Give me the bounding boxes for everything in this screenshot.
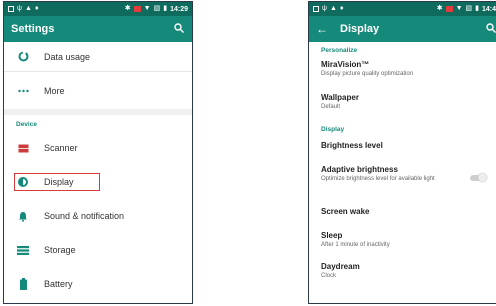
settings-item-data-usage[interactable]: Data usage [4, 42, 192, 72]
wifi-icon: ▼ [143, 5, 151, 12]
setting-daydream[interactable]: Daydream Clock [309, 258, 496, 288]
notification-icon [313, 6, 319, 12]
signal-blocked-icon [133, 6, 141, 12]
setting-title: Screen wake [321, 207, 370, 216]
setting-wallpaper[interactable]: Wallpaper Default [309, 88, 496, 118]
settings-item-storage[interactable]: Storage [4, 233, 192, 267]
settings-item-sound[interactable]: Sound & notification [4, 199, 192, 233]
usb-icon: ψ [17, 5, 22, 12]
setting-title: Wallpaper [321, 93, 359, 102]
bluetooth-icon: ✱ [436, 5, 443, 12]
setting-miravision[interactable]: MiraVision™ Display picture quality opti… [309, 56, 496, 88]
usb-icon: ψ [322, 5, 327, 12]
setting-subtitle: Display picture quality optimization [321, 71, 414, 77]
pin-icon: ♦ [339, 5, 344, 12]
battery-status-icon: ▮ [163, 5, 168, 12]
notification-icon [8, 6, 14, 12]
battery-icon [16, 277, 30, 291]
setting-title: MiraVision™ [321, 60, 370, 69]
sim-icon: ▧ [153, 5, 161, 12]
settings-item-scanner[interactable]: Scanner [4, 131, 192, 165]
settings-item-battery[interactable]: Battery [4, 267, 192, 301]
status-bar: ψ ▲ ♦ ✱ ▼ ▧ ▮ 14:29 [4, 2, 192, 16]
setting-subtitle: After 1 minute of inactivity [321, 242, 390, 248]
sim-icon: ▧ [465, 5, 473, 12]
bell-icon [16, 209, 30, 223]
page-title: Settings [11, 23, 55, 35]
back-arrow-icon[interactable]: ← [316, 23, 328, 35]
display-settings-screen: ψ ▲ ♦ ✱ ▼ ▧ ▮ 14:4 ← Display Personalize… [308, 1, 496, 304]
settings-item-label: Sound & notification [44, 211, 125, 221]
settings-screen: ψ ▲ ♦ ✱ ▼ ▧ ▮ 14:29 Settings Data usage … [3, 1, 193, 304]
settings-item-label: Data usage [44, 51, 91, 62]
section-header-device: Device [16, 121, 37, 128]
setting-subtitle: Optimize brightness level for available … [321, 176, 435, 182]
setting-title: Brightness level [321, 141, 383, 150]
setting-brightness-level[interactable]: Brightness level [309, 134, 496, 160]
storage-icon [16, 243, 30, 257]
pin-icon: ♦ [34, 5, 39, 12]
section-header-personalize: Personalize [321, 47, 358, 54]
settings-item-label: More [44, 85, 65, 96]
app-bar: Settings [4, 16, 192, 42]
status-time: 14:4 [481, 5, 496, 13]
setting-title: Sleep [321, 231, 343, 240]
lock-icon: ▲ [25, 5, 32, 12]
settings-item-display[interactable]: Display [4, 165, 192, 199]
toggle-knob [478, 173, 487, 182]
page-title: Display [340, 23, 380, 35]
setting-title: Daydream [321, 262, 360, 271]
scanner-icon [16, 141, 30, 155]
app-bar: ← Display [309, 16, 496, 42]
setting-sleep[interactable]: Sleep After 1 minute of inactivity [309, 226, 496, 258]
adaptive-brightness-toggle[interactable] [470, 173, 487, 182]
signal-blocked-icon [445, 6, 453, 12]
status-bar: ψ ▲ ♦ ✱ ▼ ▧ ▮ 14:4 [309, 2, 496, 16]
section-header-display: Display [321, 126, 345, 133]
search-icon[interactable] [486, 23, 496, 33]
bluetooth-icon: ✱ [124, 5, 131, 12]
lock-icon: ▲ [330, 5, 337, 12]
setting-subtitle: Clock [321, 273, 337, 279]
settings-item-more[interactable]: More [4, 72, 192, 109]
settings-item-label: Scanner [44, 143, 78, 153]
display-highlight-box [14, 173, 100, 191]
settings-item-label: Storage [44, 245, 76, 255]
setting-adaptive-brightness[interactable]: Adaptive brightness Optimize brightness … [309, 160, 496, 200]
data-usage-icon [16, 50, 30, 64]
setting-screen-wake[interactable]: Screen wake [309, 200, 496, 226]
battery-status-icon: ▮ [475, 5, 479, 12]
search-icon[interactable] [174, 23, 184, 33]
setting-title: Adaptive brightness [321, 165, 398, 174]
status-time: 14:29 [170, 5, 188, 13]
wifi-icon: ▼ [455, 5, 463, 12]
more-dots-icon [16, 84, 30, 98]
setting-subtitle: Default [321, 104, 341, 110]
settings-item-label: Battery [44, 279, 73, 289]
